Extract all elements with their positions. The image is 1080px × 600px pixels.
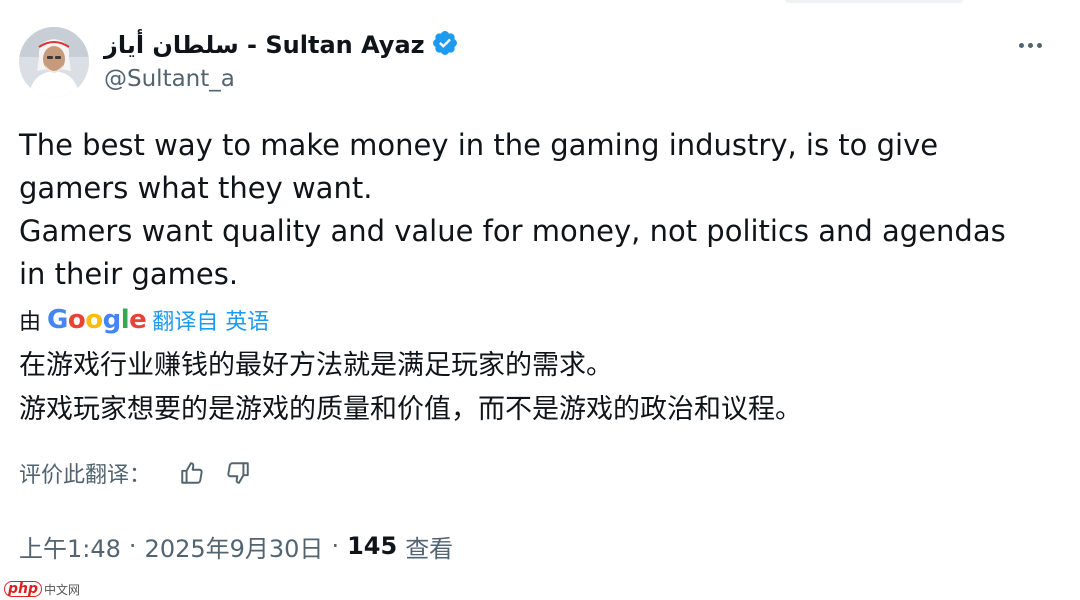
verified-badge-icon — [431, 29, 459, 61]
watermark: php 中文网 — [4, 580, 80, 598]
thumbs-up-button[interactable] — [175, 456, 209, 490]
top-strip — [0, 0, 1080, 6]
views-count[interactable]: 145 — [347, 532, 397, 560]
tweet-time[interactable]: 上午1:48 — [19, 529, 121, 564]
tweet-line: Gamers want quality and value for money,… — [19, 214, 1006, 291]
watermark-site: 中文网 — [44, 582, 81, 597]
author-name-row[interactable]: سلطان أياز - Sultan Ayaz — [104, 28, 459, 62]
meta-separator: · — [128, 532, 137, 560]
more-options-icon — [1018, 42, 1024, 48]
google-logo: Google — [47, 305, 147, 335]
author-handle[interactable]: @Sultant_a — [104, 66, 235, 92]
tweet-line: The best way to make money in the gaming… — [19, 128, 939, 205]
watermark-brand: php — [4, 581, 43, 597]
author-display-name[interactable]: سلطان أياز - Sultan Ayaz — [104, 31, 425, 59]
scroll-pill — [785, 0, 963, 3]
meta-separator: · — [331, 532, 340, 560]
tweet-meta: 上午1:48 · 2025年9月30日 · 145 查看 — [19, 528, 453, 564]
thumbs-up-icon — [181, 462, 203, 484]
translated-by-label: 由 — [19, 310, 42, 335]
translation-attribution: 由 Google 翻译自 英语 — [19, 302, 269, 338]
tweet-date[interactable]: 2025年9月30日 — [145, 529, 324, 564]
more-options-dot — [1027, 42, 1033, 48]
translated-line: 游戏玩家想要的是游戏的质量和价值，而不是游戏的政治和议程。 — [19, 394, 802, 425]
rate-translation-label: 评价此翻译： — [19, 463, 152, 488]
views-label: 查看 — [405, 534, 454, 563]
thumbs-down-icon — [227, 462, 249, 484]
rate-translation-row: 评价此翻译： — [19, 455, 255, 491]
more-options-dot — [1036, 42, 1042, 48]
translated-line: 在游戏行业赚钱的最好方法就是满足玩家的需求。 — [19, 350, 613, 381]
more-options-button[interactable] — [1010, 30, 1050, 60]
tweet-text: The best way to make money in the gaming… — [19, 124, 1019, 296]
thumbs-down-button[interactable] — [221, 456, 255, 490]
avatar[interactable] — [19, 27, 89, 97]
translated-text: 在游戏行业赚钱的最好方法就是满足玩家的需求。 游戏玩家想要的是游戏的质量和价值，… — [19, 344, 1019, 432]
translated-from-link[interactable]: 翻译自 英语 — [152, 304, 269, 336]
avatar-image — [19, 27, 89, 97]
